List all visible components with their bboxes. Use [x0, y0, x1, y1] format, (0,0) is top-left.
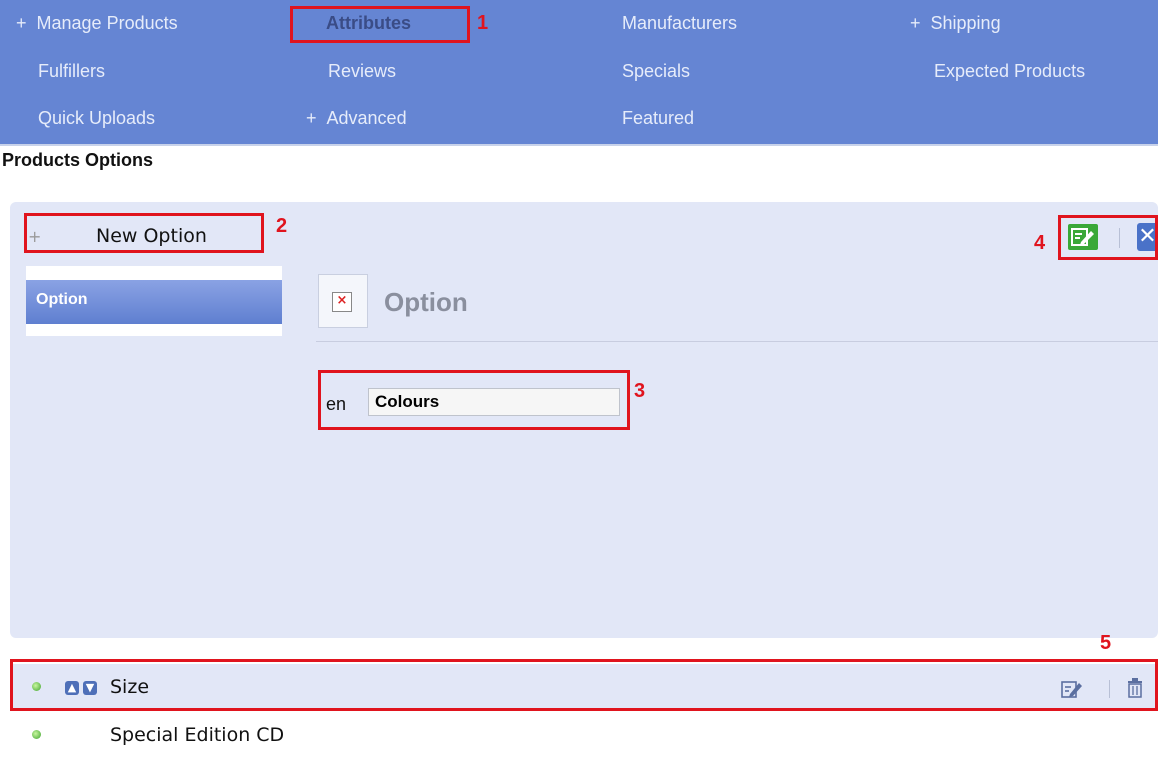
top-navigation: + Manage Products Attributes Manufacturer…	[0, 0, 1158, 144]
expand-icon: +	[16, 13, 27, 33]
editor-heading: Option	[384, 287, 468, 317]
annotation-number: 5	[1100, 632, 1112, 654]
annotation-box	[10, 659, 1158, 711]
tab-option-label: Option	[36, 291, 88, 308]
nav-specials[interactable]: Specials	[622, 61, 690, 82]
nav-label: Advanced	[326, 108, 407, 128]
annotation-box	[1058, 215, 1158, 260]
annotation-number: 3	[634, 380, 646, 402]
nav-featured[interactable]: Featured	[622, 108, 694, 129]
nav-label: Shipping	[930, 13, 1001, 33]
annotation-box	[24, 213, 264, 253]
page-title: Products Options	[2, 150, 154, 170]
status-dot-icon	[32, 730, 41, 739]
nav-label: Manage Products	[36, 13, 178, 33]
nav-advanced[interactable]: + Advanced	[306, 108, 407, 129]
annotation-number: 4	[1034, 232, 1046, 254]
option-row-label[interactable]: Special Edition CD	[110, 724, 284, 746]
annotation-number: 1	[477, 12, 489, 34]
nav-reviews[interactable]: Reviews	[328, 61, 396, 82]
tab-option[interactable]: Option	[26, 280, 282, 324]
nav-divider	[0, 144, 1158, 146]
nav-manufacturers[interactable]: Manufacturers	[622, 13, 737, 34]
nav-quick-uploads[interactable]: Quick Uploads	[38, 108, 155, 129]
annotation-number: 2	[276, 215, 288, 237]
broken-image-icon: ×	[332, 292, 352, 312]
annotation-box	[290, 6, 470, 43]
option-image-box: ×	[318, 274, 368, 328]
nav-expected-products[interactable]: Expected Products	[934, 61, 1085, 82]
expand-icon: +	[306, 108, 317, 128]
nav-shipping[interactable]: + Shipping	[910, 13, 1001, 34]
expand-icon: +	[910, 13, 921, 33]
nav-manage-products[interactable]: + Manage Products	[16, 13, 178, 34]
annotation-box	[318, 370, 630, 430]
editor-divider	[316, 341, 1158, 342]
nav-fulfillers[interactable]: Fulfillers	[38, 61, 105, 82]
